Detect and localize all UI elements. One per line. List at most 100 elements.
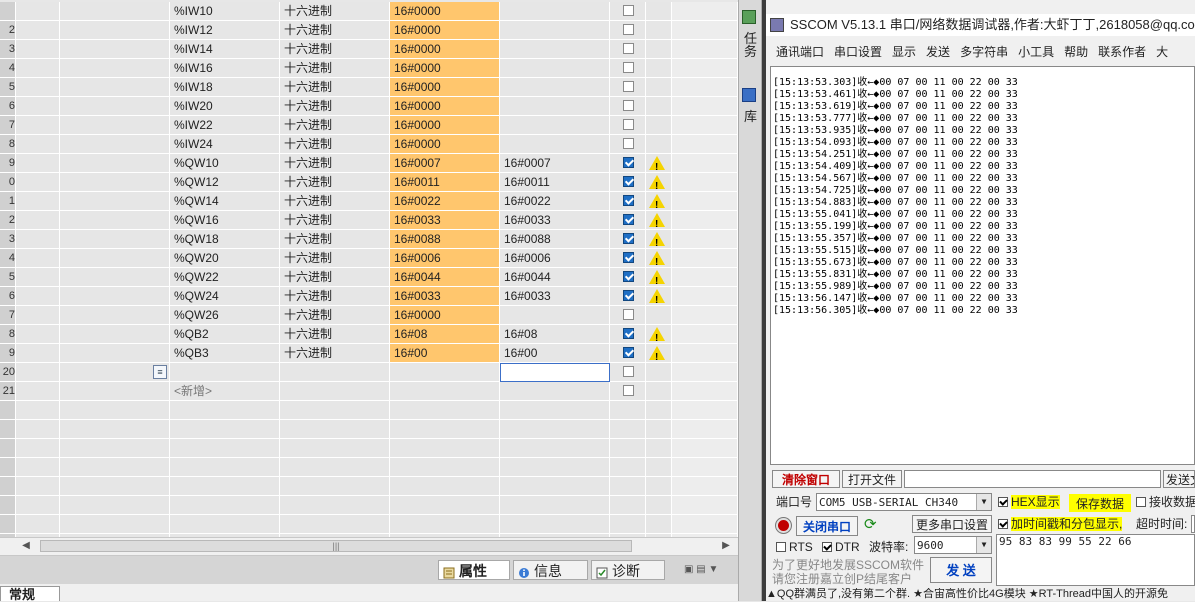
dtr-checkbox[interactable]: DTR (822, 539, 860, 555)
receive-area[interactable]: [15:13:53.303]收←◆00 07 00 11 00 22 00 33… (770, 66, 1195, 465)
modify-value-cell[interactable] (500, 59, 610, 78)
address-cell[interactable]: %QB3 (170, 344, 280, 363)
table-row[interactable]: 2 %IW12 十六进制 16#0000 (0, 21, 738, 40)
file-path-input[interactable] (904, 470, 1161, 488)
table-row[interactable]: 5 %QW22 十六进制 16#0044 16#0044 (0, 268, 738, 287)
receive-to-file-checkbox[interactable]: 接收数据 (1136, 494, 1195, 510)
address-cell[interactable]: <新增> (170, 382, 280, 401)
comment-cell[interactable] (60, 97, 170, 116)
address-cell[interactable]: %IW20 (170, 97, 280, 116)
comment-cell[interactable]: ≡ (60, 363, 170, 382)
modify-checkbox[interactable] (623, 385, 634, 396)
comment-cell[interactable] (60, 344, 170, 363)
comment-cell[interactable] (60, 40, 170, 59)
display-format-cell[interactable]: 十六进制 (280, 154, 390, 173)
address-cell[interactable] (170, 363, 280, 382)
modify-checkbox[interactable] (623, 62, 634, 73)
modify-value-cell[interactable]: 16#0044 (500, 268, 610, 287)
modify-checkbox-cell[interactable] (610, 40, 646, 59)
table-row[interactable]: 6 %IW20 十六进制 16#0000 (0, 97, 738, 116)
name-cell[interactable] (16, 173, 60, 192)
comment-cell[interactable] (60, 78, 170, 97)
display-format-cell[interactable]: 十六进制 (280, 135, 390, 154)
modify-checkbox[interactable] (623, 24, 634, 35)
scroll-left-icon[interactable]: ◀ (18, 539, 34, 553)
modify-checkbox[interactable] (623, 138, 634, 149)
modify-value-cell[interactable] (500, 21, 610, 40)
comment-cell[interactable] (60, 154, 170, 173)
modify-value-cell[interactable]: 16#08 (500, 325, 610, 344)
modify-checkbox-cell[interactable] (610, 116, 646, 135)
tab-properties[interactable]: 属性 (438, 560, 510, 580)
modify-checkbox[interactable] (623, 347, 634, 358)
address-cell[interactable]: %IW22 (170, 116, 280, 135)
name-cell[interactable] (16, 306, 60, 325)
modify-checkbox[interactable] (623, 309, 634, 320)
modify-checkbox-cell[interactable] (610, 306, 646, 325)
modify-value-cell[interactable]: 16#0007 (500, 154, 610, 173)
menu-item[interactable]: 联系作者 (1098, 42, 1146, 62)
address-cell[interactable]: %QW18 (170, 230, 280, 249)
table-row[interactable]: 21 <新增> (0, 382, 738, 401)
hex-display-checkbox[interactable]: HEX显示 (998, 494, 1060, 510)
address-cell[interactable]: %QW22 (170, 268, 280, 287)
address-cell[interactable]: %QW26 (170, 306, 280, 325)
comment-cell[interactable] (60, 268, 170, 287)
address-cell[interactable]: %IW10 (170, 2, 280, 21)
horizontal-scrollbar[interactable]: ◀ ||| ▶ (0, 537, 738, 556)
modify-checkbox-cell[interactable] (610, 2, 646, 21)
table-row[interactable]: 5 %IW18 十六进制 16#0000 (0, 78, 738, 97)
comment-cell[interactable] (60, 287, 170, 306)
address-cell[interactable]: %QW12 (170, 173, 280, 192)
display-format-cell[interactable] (280, 363, 390, 382)
send-file-button[interactable]: 发送文 (1163, 470, 1195, 488)
table-row[interactable]: %IW10 十六进制 16#0000 (0, 2, 738, 21)
name-cell[interactable] (16, 287, 60, 306)
menu-item[interactable]: 串口设置 (834, 42, 882, 62)
display-format-cell[interactable]: 十六进制 (280, 192, 390, 211)
modify-checkbox[interactable] (623, 252, 634, 263)
name-cell[interactable] (16, 230, 60, 249)
modify-checkbox[interactable] (623, 43, 634, 54)
modify-value-cell[interactable]: 16#0006 (500, 249, 610, 268)
display-format-cell[interactable]: 十六进制 (280, 306, 390, 325)
send-data-input[interactable]: 95 83 83 99 55 22 66 (996, 534, 1195, 586)
sidebar-tab-library[interactable]: 库 (741, 88, 759, 123)
tab-info[interactable]: 信息 (513, 560, 588, 580)
modify-checkbox-cell[interactable] (610, 154, 646, 173)
table-row[interactable]: 1 %QW14 十六进制 16#0022 16#0022 (0, 192, 738, 211)
address-cell[interactable]: %IW16 (170, 59, 280, 78)
table-row[interactable]: 0 %QW12 十六进制 16#0011 16#0011 (0, 173, 738, 192)
display-format-cell[interactable]: 十六进制 (280, 173, 390, 192)
timeout-input[interactable] (1191, 515, 1195, 533)
clear-window-button[interactable]: 清除窗口 (772, 470, 840, 488)
name-cell[interactable] (16, 192, 60, 211)
menu-item[interactable]: 显示 (892, 42, 916, 62)
display-format-cell[interactable]: 十六进制 (280, 40, 390, 59)
scroll-right-icon[interactable]: ▶ (718, 539, 734, 553)
modify-checkbox-cell[interactable] (610, 268, 646, 287)
table-row[interactable]: 7 %QW26 十六进制 16#0000 (0, 306, 738, 325)
modify-checkbox[interactable] (623, 5, 634, 16)
open-file-button[interactable]: 打开文件 (842, 470, 902, 488)
refresh-icon[interactable]: ⟳ (864, 517, 877, 533)
modify-checkbox[interactable] (623, 195, 634, 206)
display-format-cell[interactable]: 十六进制 (280, 116, 390, 135)
address-cell[interactable]: %IW24 (170, 135, 280, 154)
address-cell[interactable]: %IW18 (170, 78, 280, 97)
menu-item[interactable]: 通讯端口 (776, 42, 824, 62)
modify-checkbox[interactable] (623, 233, 634, 244)
display-format-cell[interactable]: 十六进制 (280, 249, 390, 268)
address-cell[interactable]: %QW20 (170, 249, 280, 268)
display-format-cell[interactable]: 十六进制 (280, 344, 390, 363)
list-icon[interactable]: ≡ (153, 365, 167, 379)
scroll-thumb[interactable]: ||| (40, 540, 632, 552)
display-format-cell[interactable] (280, 382, 390, 401)
table-row[interactable]: 4 %QW20 十六进制 16#0006 16#0006 (0, 249, 738, 268)
modify-value-cell[interactable] (500, 382, 610, 401)
display-format-cell[interactable]: 十六进制 (280, 97, 390, 116)
modify-checkbox[interactable] (623, 176, 634, 187)
table-row[interactable]: 2 %QW16 十六进制 16#0033 16#0033 (0, 211, 738, 230)
modify-checkbox-cell[interactable] (610, 173, 646, 192)
modify-checkbox[interactable] (623, 119, 634, 130)
